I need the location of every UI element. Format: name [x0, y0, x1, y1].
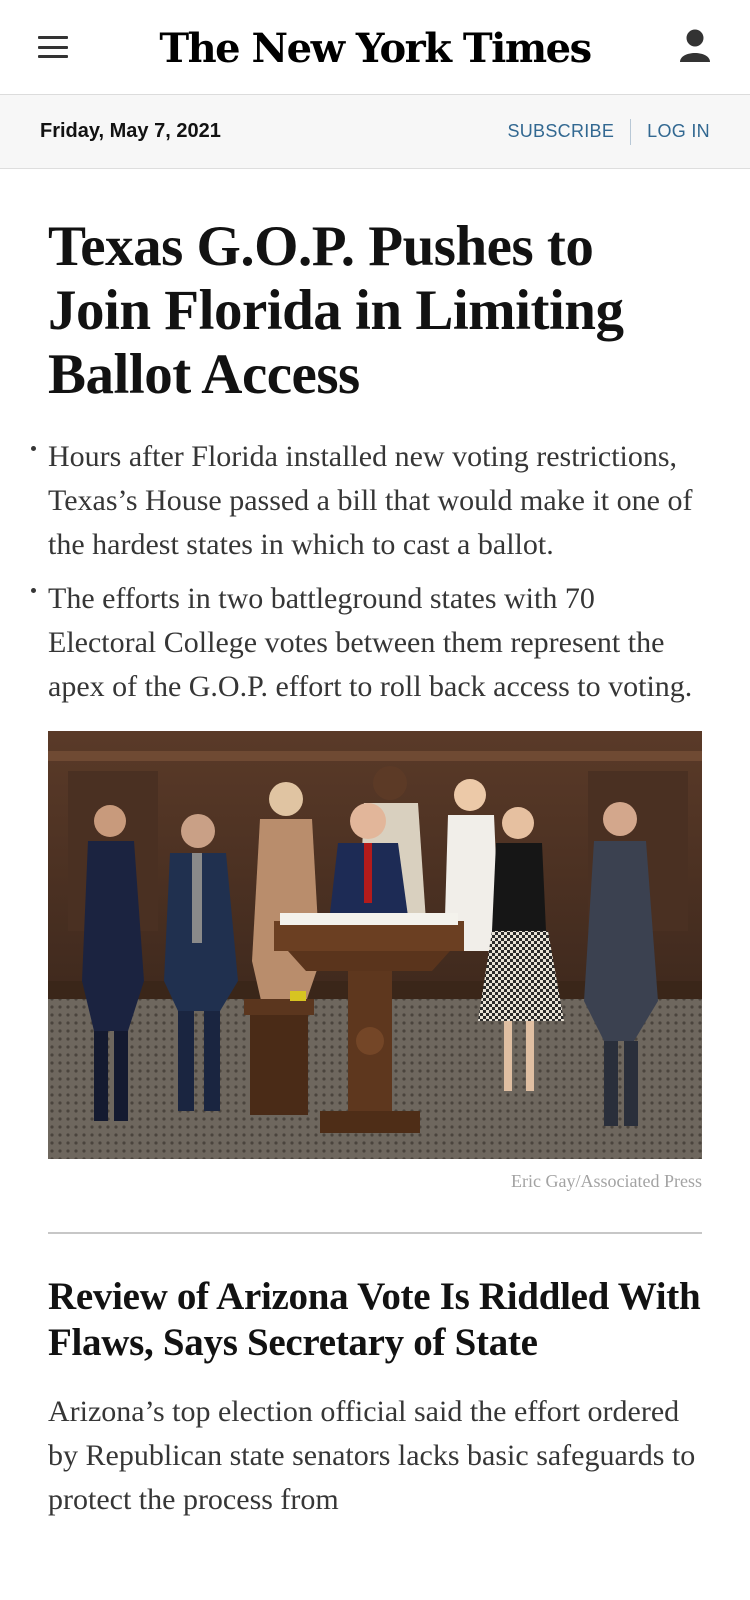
second-story[interactable]: Review of Arizona Vote Is Riddled With F…	[48, 1274, 702, 1522]
main-content: Texas G.O.P. Pushes to Join Florida in L…	[0, 215, 750, 1522]
summary-bullet: Hours after Florida installed new voting…	[31, 435, 702, 567]
lead-summary-list: Hours after Florida installed new voting…	[31, 435, 702, 709]
lead-story[interactable]: Texas G.O.P. Pushes to Join Florida in L…	[31, 215, 702, 1192]
second-headline[interactable]: Review of Arizona Vote Is Riddled With F…	[48, 1274, 702, 1366]
current-date: Friday, May 7, 2021	[40, 120, 221, 142]
lead-headline[interactable]: Texas G.O.P. Pushes to Join Florida in L…	[48, 215, 702, 407]
second-summary: Arizona’s top election official said the…	[48, 1395, 696, 1516]
subscribe-link[interactable]: SUBSCRIBE	[507, 121, 614, 142]
login-link[interactable]: LOG IN	[647, 121, 710, 142]
user-account-icon[interactable]	[678, 28, 712, 64]
hamburger-menu-icon[interactable]	[38, 36, 68, 58]
auth-links: SUBSCRIBE LOG IN	[507, 118, 710, 145]
lead-photo[interactable]	[48, 731, 702, 1159]
summary-bullet: The efforts in two battleground states w…	[31, 577, 702, 709]
story-divider	[48, 1232, 702, 1234]
photo-credit: Eric Gay/Associated Press	[511, 1171, 702, 1191]
date-bar: Friday, May 7, 2021 SUBSCRIBE LOG IN	[0, 95, 750, 169]
auth-divider	[630, 118, 632, 145]
masthead: The New York Times	[0, 0, 750, 95]
nyt-logo[interactable]: The New York Times	[159, 25, 592, 72]
